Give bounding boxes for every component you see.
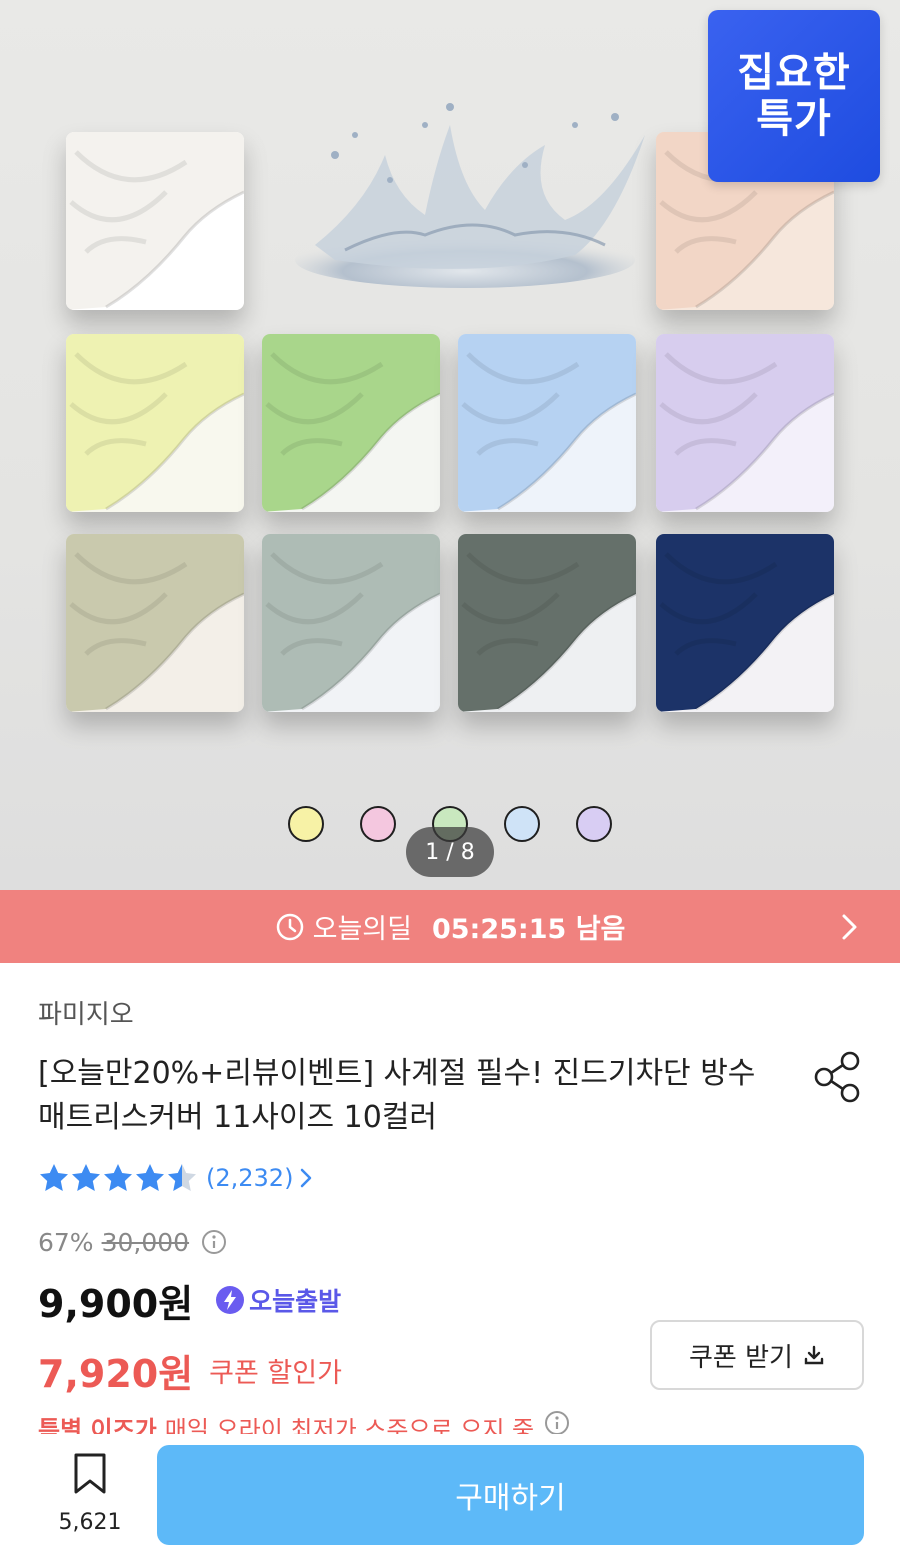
original-price: 30,000 [101,1227,190,1257]
bookmark-button[interactable]: 5,621 [58,1452,122,1552]
deal-label: 오늘의딜 [312,914,412,945]
brand-name[interactable]: 파미지오 [38,994,134,1031]
coupon-price: 7,920원 [38,1351,194,1396]
info-icon[interactable] [544,1410,570,1434]
today-deal-bar[interactable]: 오늘의딜 05:25:15 남음 [0,890,900,963]
mattress-cover-swatch [458,334,636,512]
color-swatch-dot[interactable] [576,806,612,842]
star-icon [104,1164,132,1191]
buy-button[interactable]: 구매하기 [157,1445,864,1545]
bottom-action-bar: 5,621 구매하기 [0,1434,900,1557]
coupon-price-row: 7,920원 쿠폰 할인가 [38,1340,342,1400]
mattress-cover-swatch [66,534,244,712]
mattress-cover-swatch [66,132,244,310]
star-icon [40,1164,68,1191]
color-swatch-dot[interactable] [360,806,396,842]
special-deal-tag: 집요한 특가 [708,10,880,182]
star-icon [136,1164,164,1191]
info-icon[interactable] [201,1229,227,1255]
chevron-right-icon [842,914,857,940]
mattress-cover-swatch [458,534,636,712]
get-coupon-button[interactable]: 쿠폰 받기 [650,1320,864,1390]
bookmark-icon [74,1453,106,1494]
deal-countdown: 05:25:15 남음 [431,914,626,945]
mattress-cover-swatch [262,534,440,712]
deal-tag-line1: 집요한 [737,50,851,96]
product-title: [오늘만20%+리뷰이벤트] 사계절 필수! 진드기차단 방수 매트리스커버 1… [38,1056,756,1135]
color-swatch-dot[interactable] [504,806,540,842]
color-swatch-dot[interactable] [288,806,324,842]
star-icon [168,1164,196,1191]
rating-stars [38,1162,198,1194]
coupon-price-label: 쿠폰 할인가 [209,1357,342,1389]
special-price-notice: 특별 이즈가 매일 오라이 최저가 스주으로 으지 중 [38,1410,638,1434]
review-count[interactable]: (2,232) [206,1164,293,1192]
share-icon[interactable] [812,1050,862,1104]
clock-icon [276,913,303,940]
today-delivery-badge: 오늘출발 [215,1282,341,1318]
mattress-cover-swatch [66,334,244,512]
mattress-cover-swatch [656,334,834,512]
deal-tag-line2: 특가 [756,96,832,142]
get-coupon-label: 쿠폰 받기 [689,1342,793,1373]
discount-percent: 67% [38,1227,94,1257]
delivery-badge-label: 오늘출발 [249,1287,342,1316]
image-page-indicator: 1 / 8 [406,827,494,877]
mattress-cover-swatch [262,334,440,512]
original-price-row: 67% 30,000 [38,1224,227,1260]
product-rating[interactable]: (2,232) [38,1160,313,1196]
special-text: 매일 오라이 최저가 스주으로 으지 중 [164,1416,535,1434]
chevron-right-icon [301,1168,312,1188]
mattress-cover-swatch [656,534,834,712]
lightning-icon [216,1286,245,1314]
download-icon [804,1345,824,1365]
special-label: 특별 이즈가 [38,1416,157,1434]
water-splash-graphic [295,103,645,288]
sale-price: 9,900원 [38,1281,194,1326]
price-row: 9,900원 오늘출발 [38,1272,341,1328]
star-icon [72,1164,100,1191]
product-image-carousel[interactable]: 집요한 특가 1 / 8 [0,0,900,890]
bookmark-count: 5,621 [58,1510,122,1535]
